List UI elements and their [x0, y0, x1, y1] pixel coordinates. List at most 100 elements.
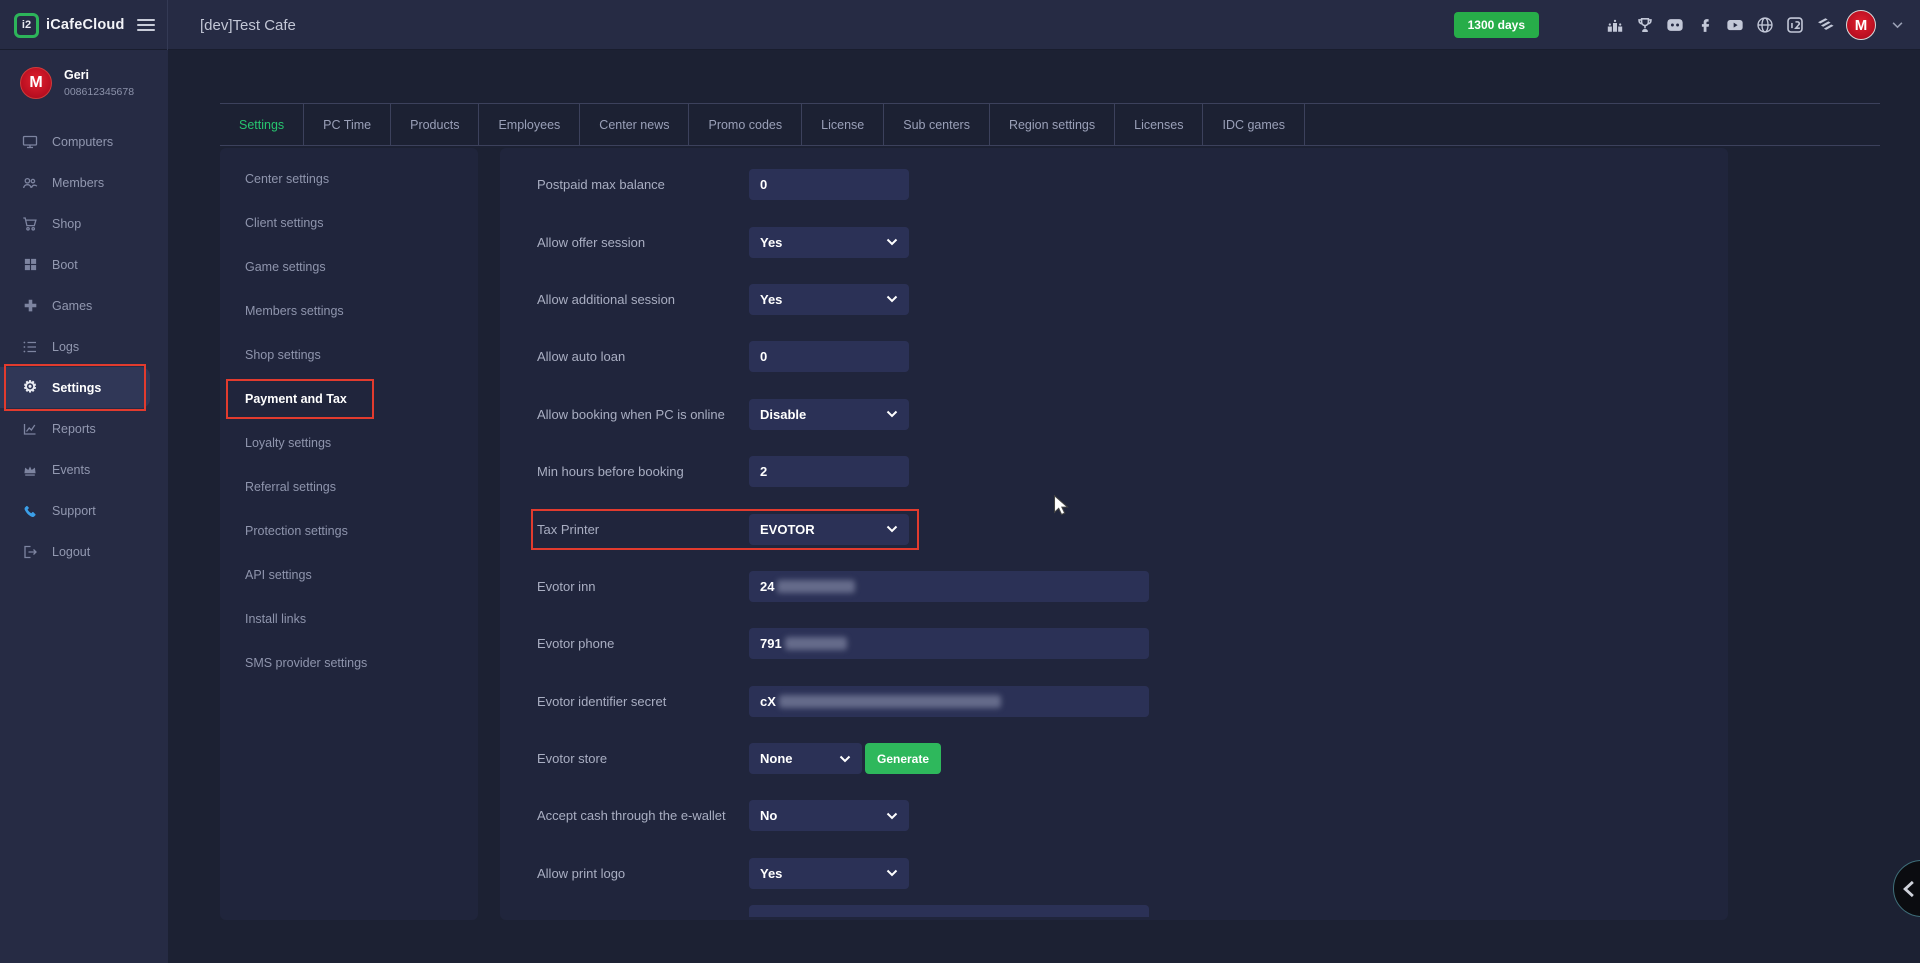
postpaid-max-balance-input[interactable]: 0 — [749, 169, 909, 200]
ranking-icon[interactable] — [1606, 16, 1624, 34]
generate-button[interactable]: Generate — [865, 743, 941, 774]
min-hours-before-booking-input[interactable]: 2 — [749, 456, 909, 487]
accept-cash-e-wallet-select[interactable]: No — [749, 800, 909, 831]
sidebar-item-logout[interactable]: Logout — [0, 531, 168, 572]
tab-licenses[interactable]: Licenses — [1115, 104, 1203, 145]
allow-auto-loan-input[interactable]: 0 — [749, 341, 909, 372]
subnav-loyalty-settings[interactable]: Loyalty settings — [220, 421, 478, 465]
subnav-center-settings[interactable]: Center settings — [220, 157, 478, 201]
sidebar-item-reports[interactable]: Reports — [0, 408, 168, 449]
redacted-value — [785, 637, 847, 650]
tab-settings[interactable]: Settings — [220, 104, 304, 145]
tab-pc-time[interactable]: PC Time — [304, 104, 391, 145]
subnav-referral-settings[interactable]: Referral settings — [220, 465, 478, 509]
allow-booking-when-pc-online-select[interactable]: Disable — [749, 399, 909, 430]
facebook-icon[interactable] — [1696, 16, 1714, 34]
subnav-item-label: Payment and Tax — [245, 392, 347, 406]
input-value: cX — [760, 694, 776, 709]
youtube-icon[interactable] — [1726, 16, 1744, 34]
chevron-down-icon[interactable] — [1888, 16, 1906, 34]
sidebar-item-support[interactable]: Support — [0, 490, 168, 531]
sidebar-item-settings[interactable]: ⚙ Settings — [0, 367, 150, 408]
tab-products[interactable]: Products — [391, 104, 479, 145]
globe-icon[interactable] — [1756, 16, 1774, 34]
sidebar-item-label: Computers — [52, 135, 113, 149]
allow-print-logo-select[interactable]: Yes — [749, 858, 909, 889]
evotor-inn-input[interactable]: 24 — [749, 571, 1149, 602]
sidebar-item-shop[interactable]: Shop — [0, 203, 168, 244]
discord-icon[interactable] — [1666, 16, 1684, 34]
icafe-mark-icon[interactable] — [1786, 16, 1804, 34]
evotor-store-select[interactable]: None — [749, 743, 862, 774]
subnav-client-settings[interactable]: Client settings — [220, 201, 478, 245]
icafecloud-logo-icon: i2 — [14, 13, 39, 38]
field-label: Evotor store — [537, 751, 749, 766]
subnav-payment-and-tax[interactable]: Payment and Tax — [220, 377, 478, 421]
tab-license[interactable]: License — [802, 104, 884, 145]
form-row-tax-printer: Tax Printer EVOTOR — [537, 500, 1728, 557]
gear-icon: ⚙ — [22, 380, 38, 396]
page-title: [dev]Test Cafe — [200, 0, 296, 50]
tax-printer-select[interactable]: EVOTOR — [749, 514, 909, 545]
tab-idc-games[interactable]: IDC games — [1203, 104, 1305, 145]
allow-additional-session-select[interactable]: Yes — [749, 284, 909, 315]
logo-text: iCafeCloud — [46, 17, 125, 33]
partially-visible-field[interactable] — [749, 905, 1149, 917]
sidebar-avatar: M — [20, 67, 52, 99]
form-row: Allow additional session Yes — [537, 271, 1728, 328]
sidebar-item-label: Logs — [52, 340, 79, 354]
subnav-game-settings[interactable]: Game settings — [220, 245, 478, 289]
input-value: 791 — [760, 636, 782, 651]
subnav-protection-settings[interactable]: Protection settings — [220, 509, 478, 553]
sidebar-item-games[interactable]: Games — [0, 285, 168, 326]
trophy-icon[interactable] — [1636, 16, 1654, 34]
chevron-down-icon — [886, 525, 898, 533]
select-value: Disable — [760, 407, 806, 422]
form-row: Allow auto loan 0 — [537, 328, 1728, 385]
tab-promo-codes[interactable]: Promo codes — [689, 104, 802, 145]
redacted-value — [779, 695, 1001, 708]
sidebar-item-label: Settings — [52, 381, 101, 395]
topbar: i2 iCafeCloud [dev]Test Cafe 1300 days — [0, 0, 1920, 50]
subnav-shop-settings[interactable]: Shop settings — [220, 333, 478, 377]
form-row: Postpaid max balance 0 — [537, 156, 1728, 213]
field-label: Allow booking when PC is online — [537, 407, 749, 422]
subnav-install-links[interactable]: Install links — [220, 597, 478, 641]
field-label: Allow offer session — [537, 235, 749, 250]
subnav-members-settings[interactable]: Members settings — [220, 289, 478, 333]
layers-icon[interactable] — [1816, 16, 1834, 34]
sidebar-user-block[interactable]: M Geri 008612345678 — [0, 50, 168, 113]
sidebar-item-label: Shop — [52, 217, 81, 231]
subnav-sms-provider-settings[interactable]: SMS provider settings — [220, 641, 478, 685]
license-days-badge[interactable]: 1300 days — [1454, 12, 1539, 38]
sidebar-item-events[interactable]: Events — [0, 449, 168, 490]
sidebar-item-members[interactable]: Members — [0, 162, 168, 203]
sidebar-item-computers[interactable]: Computers — [0, 121, 168, 162]
tab-sub-centers[interactable]: Sub centers — [884, 104, 990, 145]
sidebar-item-logs[interactable]: Logs — [0, 326, 168, 367]
allow-offer-session-select[interactable]: Yes — [749, 227, 909, 258]
topbar-icons: M — [1606, 0, 1906, 50]
crown-icon — [22, 462, 38, 478]
evotor-identifier-secret-input[interactable]: cX — [749, 686, 1149, 717]
sidebar: M Geri 008612345678 Computers Members Sh… — [0, 50, 168, 963]
select-value: No — [760, 808, 777, 823]
sidebar-item-label: Games — [52, 299, 92, 313]
form-row: Evotor identifier secret cX — [537, 673, 1728, 730]
evotor-phone-input[interactable]: 791 — [749, 628, 1149, 659]
field-label: Tax Printer — [537, 522, 749, 537]
app-root: i2 iCafeCloud [dev]Test Cafe 1300 days — [0, 0, 1920, 963]
subnav-api-settings[interactable]: API settings — [220, 553, 478, 597]
hamburger-menu-icon[interactable] — [137, 16, 155, 34]
tab-center-news[interactable]: Center news — [580, 104, 689, 145]
form-row: Min hours before booking 2 — [537, 443, 1728, 500]
sidebar-item-boot[interactable]: Boot — [0, 244, 168, 285]
user-id: 008612345678 — [64, 86, 134, 98]
tab-region-settings[interactable]: Region settings — [990, 104, 1115, 145]
tab-employees[interactable]: Employees — [479, 104, 580, 145]
payment-and-tax-form: Postpaid max balance 0 Allow offer sessi… — [500, 148, 1728, 920]
user-avatar[interactable]: M — [1846, 10, 1876, 40]
chevron-down-icon — [886, 410, 898, 418]
form-row: Allow print logo Yes — [537, 845, 1728, 902]
side-panel-toggle-button[interactable] — [1893, 860, 1920, 917]
